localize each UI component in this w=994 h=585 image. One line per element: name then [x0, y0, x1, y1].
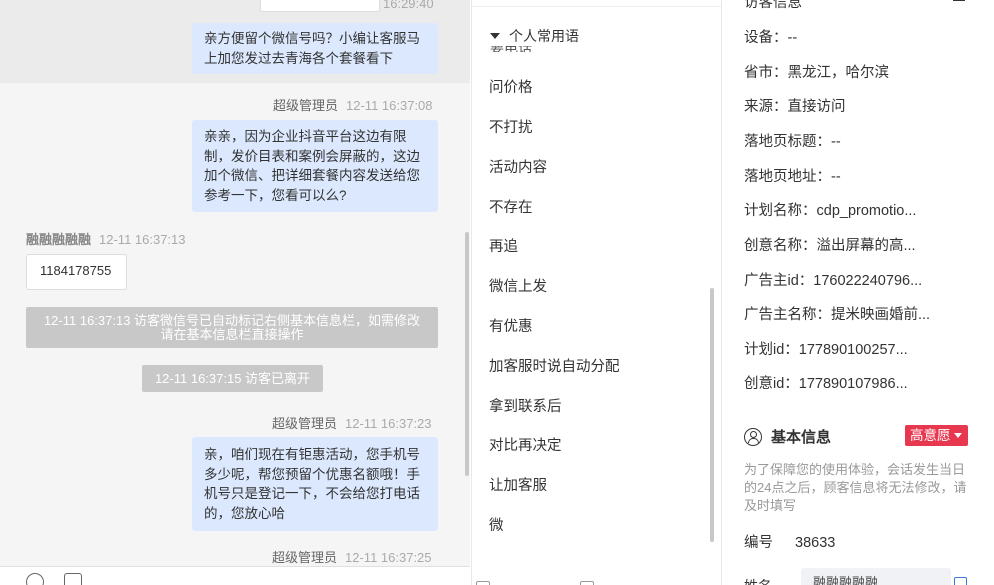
info-landing-title: 落地页标题：--: [744, 134, 841, 150]
info-landing-url: 落地页地址：--: [744, 169, 841, 185]
chat-toolbar: [0, 566, 470, 585]
basic-info-title: 基本信息: [771, 429, 832, 446]
message-time: 12-11 16:37:13: [99, 232, 186, 247]
info-advertiser-name: 广告主名称：提米映画婚前...: [744, 307, 931, 323]
intent-level-dropdown[interactable]: 高意愿: [905, 425, 968, 446]
emoji-icon[interactable]: [26, 573, 44, 585]
info-device: 设备：--: [744, 30, 798, 46]
message-meta: 超级管理员 12-11 16:37:23: [272, 413, 432, 432]
common-phrases-panel: 要电话 个人常用语 问价格 不打扰 活动内容 不存在 再追 微信上发 有优惠 加…: [471, 0, 722, 585]
id-value: 38633: [795, 535, 836, 551]
info-plan-name: 计划名称：cdp_promotio...: [744, 203, 917, 219]
sender-name: 超级管理员: [272, 550, 338, 565]
visitor-info-panel: 访客信息 设备：-- 省市：黑龙江，哈尔滨 来源：直接访问 落地页标题：-- 落…: [723, 0, 994, 585]
option-checkbox[interactable]: [580, 581, 594, 585]
visitor-message: 1184178755: [26, 254, 127, 290]
caret-down-icon: [954, 433, 962, 438]
edit-icon[interactable]: [954, 577, 967, 585]
phrases-footer: [472, 573, 721, 585]
name-field[interactable]: 融融融融融: [801, 568, 951, 585]
message-time: 12-11 16:37:23: [345, 416, 432, 431]
message-meta: 融融融融融 12-11 16:37:13: [26, 229, 186, 248]
phrase-item[interactable]: 让加客服: [489, 474, 547, 495]
id-label: 编号: [744, 535, 773, 551]
phrases-scrollbar[interactable]: [710, 288, 714, 542]
option-checkbox[interactable]: [476, 581, 490, 585]
image-icon[interactable]: [64, 573, 82, 585]
agent-message: 亲亲，因为企业抖音平台这边有限制，发价目表和案例会屏蔽的，这边加个微信、把详细套…: [192, 120, 438, 212]
info-creative-id: 创意id：177890107986...: [744, 376, 908, 392]
phrase-item[interactable]: 活动内容: [489, 156, 547, 177]
phrase-item[interactable]: 对比再决定: [489, 434, 562, 455]
info-creative-name: 创意名称：溢出屏幕的高...: [744, 238, 916, 254]
phrase-item[interactable]: 不打扰: [489, 116, 533, 137]
phrase-item[interactable]: 再追: [489, 235, 518, 256]
edit-notice: 为了保障您的使用体验，会话发生当日的24点之后，顾客信息将无法修改，请及时填写: [744, 462, 967, 513]
phrases-group-label: 个人常用语: [509, 28, 579, 44]
system-notice: 12-11 16:37:13 访客微信号已自动标记右侧基本信息栏，如需修改请在基…: [26, 307, 438, 348]
phrase-item[interactable]: 问价格: [489, 76, 533, 97]
collapse-icon[interactable]: [953, 0, 965, 1]
visitor-info-title: 访客信息: [744, 0, 802, 11]
message-time: 16:29:40: [383, 0, 434, 11]
info-region: 省市：黑龙江，哈尔滨: [744, 65, 889, 81]
phrases-group-header[interactable]: 个人常用语: [490, 26, 585, 46]
phrase-item[interactable]: 不存在: [489, 196, 533, 217]
sender-name: 超级管理员: [273, 98, 339, 113]
agent-message: 亲，咱们现在有钜惠活动，您手机号多少呢，帮您预留个优惠名额哦！手机号只是登记一下…: [192, 437, 438, 531]
phrase-item[interactable]: 有优惠: [489, 315, 533, 336]
basic-info-heading: 基本信息: [744, 426, 831, 447]
sender-name: 超级管理员: [272, 416, 338, 431]
intent-level-label: 高意愿: [910, 428, 951, 443]
message-meta: 超级管理员 12-11 16:37:08: [273, 95, 433, 114]
chat-panel: 16:29:40 亲方便留个微信号吗？小编让客服马上加您发过去青海各个套餐看下 …: [0, 0, 470, 585]
user-icon: [744, 427, 762, 446]
name-label: 姓名: [744, 576, 772, 585]
agent-message: 亲方便留个微信号吗？小编让客服马上加您发过去青海各个套餐看下: [192, 23, 438, 74]
phrase-item[interactable]: 微: [489, 514, 504, 535]
caret-down-icon: [490, 33, 500, 39]
info-source: 来源：直接访问: [744, 99, 846, 115]
visitor-id-row: 编号 38633: [744, 531, 835, 552]
phrase-item[interactable]: 拿到联系后: [489, 395, 562, 416]
system-notice: 12-11 16:37:15 访客已离开: [142, 365, 323, 392]
message-time: 12-11 16:37:08: [346, 98, 433, 113]
previous-message-card: [260, 0, 380, 12]
info-advertiser-id: 广告主id：176022240796...: [744, 273, 923, 289]
phrase-item[interactable]: 微信上发: [489, 275, 547, 296]
visitor-name: 融融融融融: [26, 232, 92, 247]
divider: [472, 6, 721, 7]
message-time: 12-11 16:37:25: [345, 550, 432, 565]
message-meta: 超级管理员 12-11 16:37:25: [272, 547, 432, 566]
info-plan-id: 计划id：177890100257...: [744, 342, 908, 358]
chat-scrollbar[interactable]: [465, 232, 469, 476]
phrase-item[interactable]: 加客服时说自动分配: [489, 355, 620, 376]
